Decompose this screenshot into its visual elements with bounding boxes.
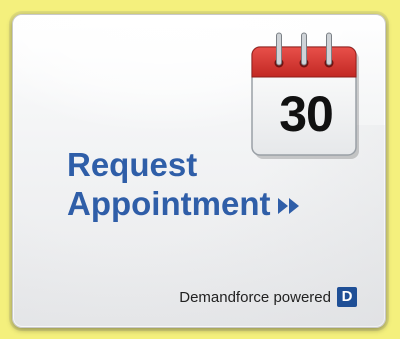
cta-line-appointment: Appointment [67, 185, 271, 222]
cta-line-request: Request [67, 146, 198, 183]
demandforce-footer[interactable]: Demandforce powered D [179, 287, 357, 307]
cta-line-appointment-wrap: Appointment [67, 184, 302, 224]
request-appointment-link[interactable]: Request Appointment [67, 145, 302, 224]
demandforce-logo-icon: D [337, 287, 357, 307]
calendar-icon: 30 [249, 29, 363, 161]
calendar-day-number: 30 [279, 86, 334, 142]
footer-text: Demandforce powered [179, 288, 331, 306]
request-appointment-widget[interactable]: 30 Request Appointment Demandforce power… [12, 14, 386, 328]
double-chevron-right-icon [276, 185, 302, 224]
